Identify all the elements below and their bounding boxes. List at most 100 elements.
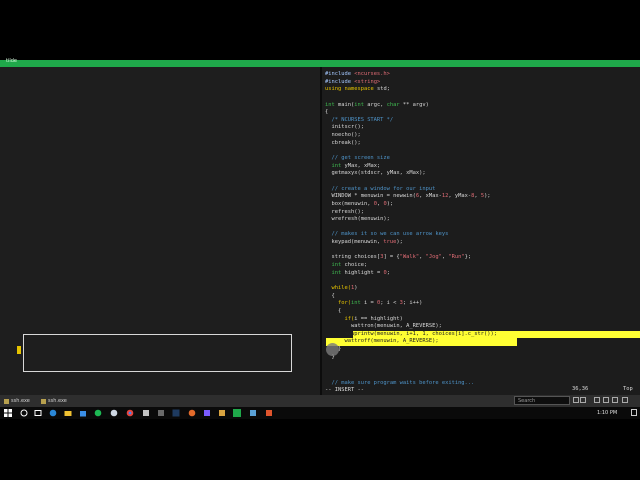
app-icon[interactable] bbox=[218, 409, 226, 417]
code-line[interactable]: { bbox=[325, 308, 637, 316]
code-line[interactable]: // makes it so we can use arrow keys bbox=[325, 231, 637, 239]
code-line[interactable]: wrefresh(menuwin); bbox=[325, 216, 637, 224]
code-line[interactable]: initscr(); bbox=[325, 124, 637, 132]
code-token: if( bbox=[325, 315, 355, 322]
code-line[interactable]: #include <ncurses.h> bbox=[325, 71, 637, 79]
code-token: ); bbox=[386, 200, 394, 207]
code-line[interactable]: int choice; bbox=[325, 262, 637, 270]
code-token: ; i < bbox=[380, 300, 400, 307]
taskbar-button-ssh-1[interactable]: ssh.exe bbox=[4, 397, 30, 405]
code-line[interactable]: WINDOW * menuwin = newwin(6, xMax-12, yM… bbox=[325, 193, 637, 201]
windows-start-icon[interactable] bbox=[4, 409, 12, 417]
photoshop-icon[interactable] bbox=[172, 409, 180, 417]
steam-icon[interactable] bbox=[110, 409, 118, 417]
code-token: true bbox=[383, 239, 397, 246]
code-line[interactable]: } bbox=[325, 346, 637, 354]
code-token: "Walk" bbox=[399, 254, 420, 261]
code-token: keypad(menuwin, bbox=[325, 239, 384, 246]
code-token: int bbox=[325, 262, 345, 269]
code-line[interactable] bbox=[325, 247, 637, 255]
code-line[interactable]: cbreak(); bbox=[325, 140, 637, 148]
code-line[interactable]: using namespace std; bbox=[325, 86, 637, 94]
code-line[interactable]: int yMax, xMax; bbox=[325, 163, 637, 171]
code-line[interactable]: string choices[3] = {"Walk", "Jog", "Run… bbox=[325, 254, 637, 262]
code-token: ** argv) bbox=[402, 101, 429, 108]
code-line[interactable]: #include <string> bbox=[325, 79, 637, 87]
code-token: char bbox=[386, 101, 403, 108]
app-icon[interactable] bbox=[188, 409, 196, 417]
code-line[interactable]: wattron(menuwin, A_REVERSE); bbox=[325, 323, 637, 331]
store-icon[interactable] bbox=[79, 409, 87, 417]
code-token: ; bbox=[386, 269, 390, 276]
arrow-up-icon[interactable] bbox=[573, 397, 579, 403]
code-token: int bbox=[325, 269, 345, 276]
code-token: namespace bbox=[344, 86, 377, 93]
restore-icon[interactable] bbox=[612, 397, 618, 403]
search-icon[interactable] bbox=[20, 409, 28, 417]
code-line[interactable]: while(1) bbox=[325, 285, 637, 293]
window-title-bar[interactable]: tilde bbox=[0, 58, 640, 67]
code-token: "Jog" bbox=[425, 254, 442, 261]
system-clock[interactable]: 1:10 PM bbox=[597, 410, 617, 416]
code-line[interactable]: keypad(menuwin, true); bbox=[325, 239, 637, 247]
code-line[interactable] bbox=[325, 94, 637, 102]
notification-icon[interactable] bbox=[631, 409, 637, 416]
code-token: yMax, xMax; bbox=[344, 162, 381, 169]
app-icon[interactable] bbox=[203, 409, 211, 417]
code-line[interactable]: wattroff(menuwin, A_REVERSE); bbox=[325, 338, 637, 346]
code-token: while( bbox=[325, 284, 351, 291]
code-line[interactable]: for(int i = 0; i < 3; i++) bbox=[325, 300, 637, 308]
code-token: for( bbox=[325, 300, 351, 307]
source-code[interactable]: #include <ncurses.h> #include <string> usi… bbox=[325, 71, 637, 361]
app-icon[interactable] bbox=[265, 409, 273, 417]
code-line[interactable]: // create a window for our input bbox=[325, 186, 637, 194]
code-line[interactable]: noecho(); bbox=[325, 132, 637, 140]
task-view-icon[interactable] bbox=[34, 409, 42, 417]
code-line[interactable] bbox=[325, 224, 637, 232]
arrow-down-icon[interactable] bbox=[580, 397, 586, 403]
terminal-cursor bbox=[17, 346, 21, 354]
edge-browser-icon[interactable] bbox=[49, 409, 57, 417]
search-input[interactable]: Search bbox=[514, 396, 570, 405]
code-token: i == highlight) bbox=[354, 315, 403, 322]
code-line[interactable]: // get screen size bbox=[325, 155, 637, 163]
close-icon[interactable] bbox=[622, 397, 628, 403]
code-token: cbreak(); bbox=[325, 139, 361, 146]
code-line[interactable]: { bbox=[325, 109, 637, 117]
code-line[interactable] bbox=[325, 277, 637, 285]
maximize-icon[interactable] bbox=[603, 397, 609, 403]
app-icon[interactable] bbox=[142, 409, 150, 417]
minimize-icon[interactable] bbox=[594, 397, 600, 403]
code-token: getmaxyx(stdscr, yMax, xMax); bbox=[325, 170, 426, 177]
code-line[interactable]: getmaxyx(stdscr, yMax, xMax); bbox=[325, 170, 637, 178]
code-line[interactable]: int main(int argc, char ** argv) bbox=[325, 102, 637, 110]
code-token: { bbox=[325, 307, 342, 314]
code-token: noecho(); bbox=[325, 132, 361, 139]
spotify-icon[interactable] bbox=[94, 409, 102, 417]
taskbar-button-ssh-2[interactable]: ssh.exe bbox=[41, 397, 67, 405]
code-line[interactable]: } bbox=[325, 354, 637, 362]
code-line[interactable]: /* NCURSES START */ bbox=[325, 117, 637, 125]
file-explorer-icon[interactable] bbox=[64, 409, 72, 417]
code-token: ] = { bbox=[383, 254, 400, 261]
window-title: tilde bbox=[6, 58, 17, 64]
code-token: using bbox=[325, 86, 345, 93]
code-line[interactable] bbox=[325, 178, 637, 186]
terminal-app-icon[interactable] bbox=[233, 409, 241, 417]
code-token: /* NCURSES START */ bbox=[325, 116, 394, 123]
code-line[interactable]: int highlight = 0; bbox=[325, 270, 637, 278]
app-icon[interactable] bbox=[157, 409, 165, 417]
code-line[interactable]: { bbox=[325, 293, 637, 301]
scroll-indicator: Top bbox=[623, 386, 633, 392]
code-line[interactable]: mvwprintw(menuwin, i+1, 1, choices[i].c_… bbox=[325, 331, 637, 339]
code-line[interactable]: if(i == highlight) bbox=[325, 316, 637, 324]
code-token: refresh(); bbox=[325, 208, 364, 215]
code-line[interactable]: box(menuwin, 0, 0); bbox=[325, 201, 637, 209]
app-icon[interactable] bbox=[249, 409, 257, 417]
chrome-icon[interactable] bbox=[126, 409, 134, 417]
code-token: #include bbox=[325, 71, 355, 77]
ncurses-menu-window bbox=[23, 334, 292, 372]
code-line[interactable] bbox=[325, 147, 637, 155]
terminal-icon bbox=[4, 398, 9, 404]
code-line[interactable]: refresh(); bbox=[325, 209, 637, 217]
